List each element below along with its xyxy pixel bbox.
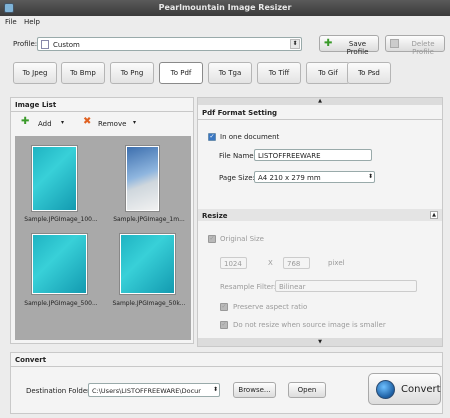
save-profile-button[interactable]: ✚ Save Profile [319,35,379,56]
destination-folder-select[interactable]: C:\Users\LISTOFFREEWARE\Docur ⬍ [88,383,220,397]
profile-label: Profile: [13,40,38,48]
menu-file[interactable]: File [5,18,17,26]
convert-title: Convert [15,356,47,364]
item-label: Sample.JPGImage_500... [24,300,98,307]
image-thumbnail [32,146,77,211]
format-button-jpeg[interactable]: To Jpeg [13,62,57,84]
item-label: Sample.JPGImage_1m... [113,216,185,223]
browse-button[interactable]: Browse... [233,382,276,398]
unit-label: pixel [328,259,345,267]
height-input[interactable]: 768 [283,257,310,269]
format-button-png[interactable]: To Png [110,62,154,84]
divider [11,111,193,112]
item-label: Sample.JPGImage_100... [24,216,98,223]
convert-icon [376,380,395,399]
remove-icon: ✖ [83,116,92,127]
file-name-value: LISTOFFREEWARE [258,152,321,160]
resample-filter-value: Bilinear [279,283,306,291]
add-label: Add [38,120,52,128]
resample-filter-select[interactable]: Bilinear [275,280,417,292]
format-button-tiff[interactable]: To Tiff [257,62,301,84]
x-label: X [268,259,273,267]
menu-help[interactable]: Help [24,18,40,26]
format-button-tga[interactable]: To Tga [208,62,252,84]
list-item[interactable]: Sample.JPGImage_500... [23,234,103,314]
height-value: 768 [287,260,301,268]
page-size-label: Page Size: [219,174,255,182]
format-button-bmp[interactable]: To Bmp [61,62,105,84]
format-button-pdf[interactable]: To Pdf [159,62,203,84]
add-button[interactable]: ✚ Add ▾ [21,116,71,130]
open-button[interactable]: Open [288,382,326,398]
preserve-aspect-label: Preserve aspect ratio [233,303,308,311]
collapse-up-icon[interactable]: ▲ [430,211,438,219]
file-name-label: File Name: [219,152,256,160]
remove-label: Remove [98,120,127,128]
convert-panel: Convert Destination Folder: C:\Users\LIS… [10,352,443,414]
list-item[interactable]: Sample.JPGImage_100... [23,146,103,226]
dropdown-arrow-icon: ⬍ [367,173,373,180]
list-item[interactable]: Sample.JPGImage_50k... [111,234,191,314]
dropdown-arrow-icon: ⬍ [212,386,218,393]
item-label: Sample.JPGImage_50k... [112,300,186,307]
resample-filter-label: Resample Filter: [220,283,277,291]
list-item[interactable]: Sample.JPGImage_1m... [111,146,191,226]
collapse-up-icon[interactable]: ▲ [198,98,442,105]
thumbnail-grid: Sample.JPGImage_100... Sample.JPGImage_1… [15,136,191,340]
width-input[interactable]: 1024 [220,257,247,269]
document-icon [41,40,49,49]
destination-folder-label: Destination Folder: [26,387,93,395]
divider [11,366,442,367]
image-list-panel: Image List ✚ Add ▾ ✖ Remove ▾ Sample.JPG… [10,97,194,344]
format-button-psd[interactable]: To Psd [347,62,391,84]
profile-value: Custom [53,41,80,49]
format-button-gif[interactable]: To Gif [306,62,350,84]
pdf-settings-title: Pdf Format Setting [202,109,278,117]
dropdown-arrow-icon: ⬍ [290,39,300,49]
image-thumbnail [126,146,159,211]
no-enlarge-checkbox[interactable]: ✓ [220,321,228,329]
page-size-select[interactable]: A4 210 x 279 mm ⬍ [254,171,375,183]
divider [198,119,442,120]
profile-select[interactable]: Custom ⬍ [37,37,302,51]
settings-panel: ▲ Pdf Format Setting ✓ In one document F… [197,97,443,347]
menu-bar: File Help [0,16,450,29]
destination-folder-value: C:\Users\LISTOFFREEWARE\Docur [92,387,201,395]
image-thumbnail [120,234,175,294]
one-document-checkbox[interactable]: ✓ [208,133,216,141]
remove-button[interactable]: ✖ Remove ▾ [83,116,143,130]
delete-icon [390,39,399,48]
image-thumbnail [32,234,87,294]
preserve-aspect-checkbox[interactable]: ✓ [220,303,228,311]
original-size-label: Original Size [220,235,264,243]
plus-icon: ✚ [21,116,30,127]
plus-icon: ✚ [324,38,333,49]
save-profile-label: Save Profile [346,40,369,56]
delete-profile-button[interactable]: Delete Profile [385,35,445,56]
image-list-title: Image List [15,101,57,109]
resize-title: Resize [202,212,228,220]
delete-profile-label: Delete Profile [411,40,435,56]
collapse-down-icon[interactable]: ▼ [198,338,442,346]
width-value: 1024 [224,260,242,268]
no-enlarge-label: Do not resize when source image is small… [233,321,386,329]
title-bar: Pearlmountain Image Resizer [0,0,450,16]
page-size-value: A4 210 x 279 mm [258,174,321,182]
window-title: Pearlmountain Image Resizer [158,3,292,12]
chevron-down-icon: ▾ [133,119,137,126]
one-document-label: In one document [220,133,280,141]
original-size-checkbox[interactable]: ✓ [208,235,216,243]
file-name-input[interactable]: LISTOFFREEWARE [254,149,372,161]
convert-button[interactable]: Convert [368,373,441,405]
chevron-down-icon: ▾ [61,119,65,126]
resize-header [198,209,442,221]
convert-label: Convert [401,384,441,395]
